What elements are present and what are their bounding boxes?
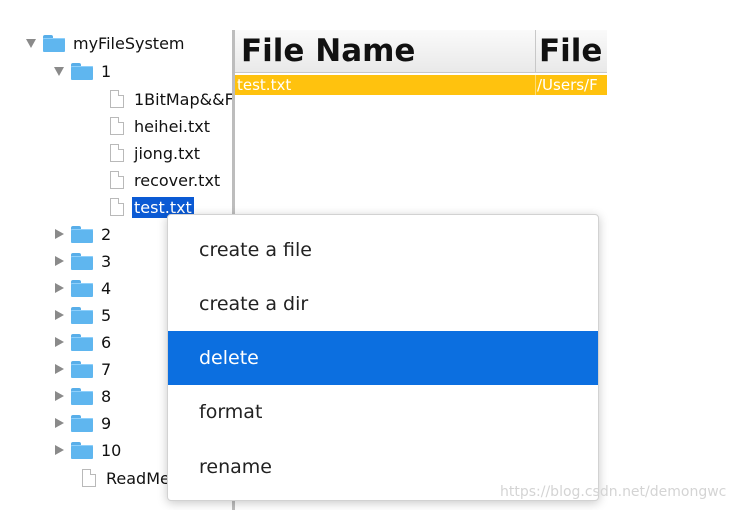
folder-icon — [71, 441, 93, 459]
tree-node-label: 1 — [101, 61, 112, 81]
watermark-text: https://blog.csdn.net/demongwc — [500, 484, 727, 500]
tree-node-label: myFileSystem — [73, 33, 185, 53]
triangle-right-icon[interactable] — [53, 363, 65, 375]
context-menu: create a file create a dir delete format… — [167, 214, 599, 501]
file-icon — [82, 469, 96, 487]
table-row[interactable]: test.txt /Users/F — [235, 75, 607, 95]
file-icon — [110, 117, 124, 135]
cell-file-path: /Users/F — [537, 76, 598, 94]
table-header: File Name File — [235, 30, 607, 73]
triangle-right-icon[interactable] — [53, 417, 65, 429]
folder-icon — [71, 360, 93, 378]
tree-node-root[interactable]: myFileSystem — [25, 30, 187, 56]
tree-node-folder-2[interactable]: 2 — [53, 221, 113, 247]
menu-item-create-dir[interactable]: create a dir — [168, 277, 598, 331]
tree-node-folder-5[interactable]: 5 — [53, 302, 113, 328]
tree-node-label: 3 — [101, 251, 112, 271]
tree-node-folder-8[interactable]: 8 — [53, 383, 113, 409]
tree-node-folder-9[interactable]: 9 — [53, 410, 113, 436]
tree-node-label: 10 — [101, 440, 122, 460]
tree-node-folder-6[interactable]: 6 — [53, 329, 113, 355]
triangle-down-icon[interactable] — [25, 37, 37, 49]
tree-node-label: 2 — [101, 224, 112, 244]
tree-node-folder-7[interactable]: 7 — [53, 356, 113, 382]
tree-node-label: 5 — [101, 305, 112, 325]
folder-icon — [71, 414, 93, 432]
file-icon — [110, 171, 124, 189]
cell-divider — [535, 75, 536, 95]
tree-node-label: 8 — [101, 386, 112, 406]
file-icon — [110, 90, 124, 108]
column-header-file-path[interactable]: File — [539, 30, 607, 72]
file-icon — [110, 144, 124, 162]
tree-file-label: jiong.txt — [134, 143, 201, 163]
cell-file-name: test.txt — [237, 76, 292, 94]
tree-node-label: 7 — [101, 359, 112, 379]
folder-icon — [43, 34, 65, 52]
tree-file-label: 1BitMap&&F — [134, 89, 232, 109]
tree-node-label: 9 — [101, 413, 112, 433]
tree-node-folder-4[interactable]: 4 — [53, 275, 113, 301]
folder-icon — [71, 62, 93, 80]
folder-icon — [71, 306, 93, 324]
triangle-right-icon[interactable] — [53, 444, 65, 456]
tree-file-1bitmap[interactable]: 1BitMap&&F — [110, 86, 232, 112]
tree-node-label: 6 — [101, 332, 112, 352]
tree-file-readme[interactable]: ReadMe — [82, 465, 172, 491]
folder-icon — [71, 333, 93, 351]
folder-icon — [71, 387, 93, 405]
tree-node-label: 4 — [101, 278, 112, 298]
triangle-right-icon[interactable] — [53, 255, 65, 267]
column-header-file-name[interactable]: File Name — [241, 30, 533, 72]
triangle-down-icon[interactable] — [53, 65, 65, 77]
triangle-right-icon[interactable] — [53, 390, 65, 402]
menu-item-format[interactable]: format — [168, 385, 598, 439]
triangle-right-icon[interactable] — [53, 228, 65, 240]
folder-icon — [71, 252, 93, 270]
tree-file-jiong[interactable]: jiong.txt — [110, 140, 202, 166]
triangle-right-icon[interactable] — [53, 282, 65, 294]
tree-node-folder-10[interactable]: 10 — [53, 437, 123, 463]
triangle-right-icon[interactable] — [53, 309, 65, 321]
tree-file-label: heihei.txt — [134, 116, 210, 136]
triangle-right-icon[interactable] — [53, 336, 65, 348]
folder-icon — [71, 279, 93, 297]
tree-file-heihei[interactable]: heihei.txt — [110, 113, 212, 139]
column-divider[interactable] — [535, 30, 536, 72]
tree-node-folder-3[interactable]: 3 — [53, 248, 113, 274]
folder-icon — [71, 225, 93, 243]
tree-file-label: ReadMe — [106, 468, 170, 488]
tree-file-recover[interactable]: recover.txt — [110, 167, 222, 193]
menu-item-delete[interactable]: delete — [168, 331, 598, 385]
menu-item-create-file[interactable]: create a file — [168, 223, 598, 277]
tree-node-folder-1[interactable]: 1 — [53, 58, 113, 84]
file-icon — [110, 198, 124, 216]
tree-file-label: recover.txt — [134, 170, 221, 190]
